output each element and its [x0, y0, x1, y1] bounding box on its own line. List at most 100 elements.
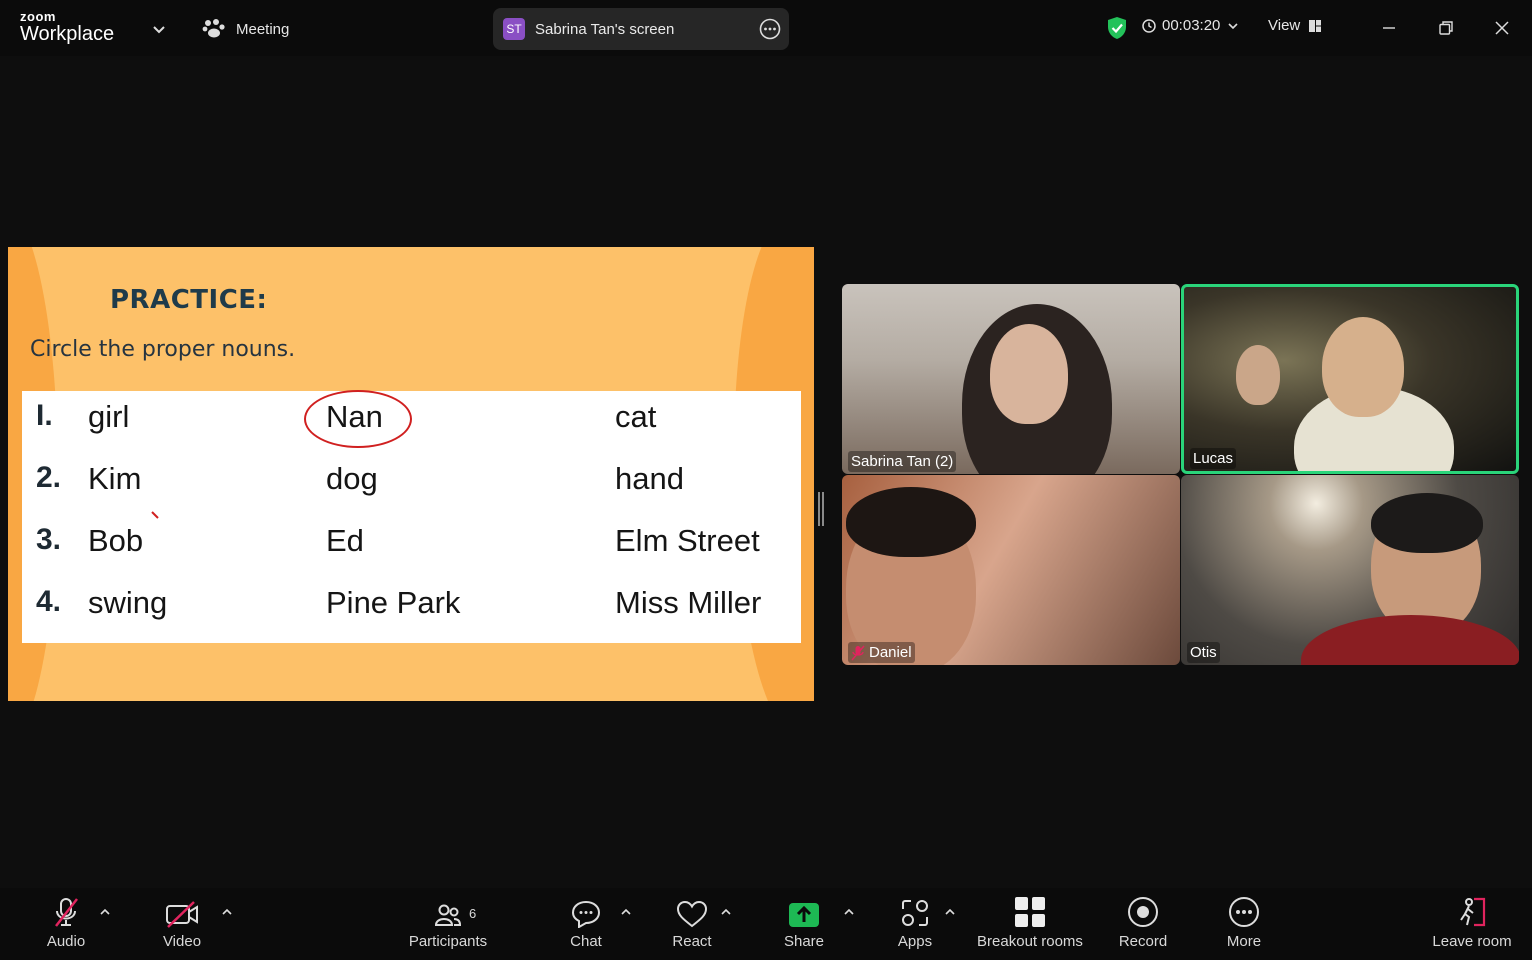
word-table: I. girl Nan cat 2. Kim dog hand 3. Bob E…: [22, 390, 801, 643]
word-cell: Miss Miller: [615, 585, 762, 620]
video-options-caret-icon[interactable]: [221, 906, 233, 918]
meeting-info-button[interactable]: Meeting: [202, 16, 289, 42]
layout-grid-icon: [1309, 19, 1322, 32]
more-button[interactable]: More: [1220, 888, 1268, 960]
clock-icon: [1142, 18, 1156, 33]
word-cell: cat: [615, 399, 657, 434]
breakout-rooms-button[interactable]: Breakout rooms: [972, 888, 1088, 960]
video-label: Video: [162, 933, 202, 950]
audio-options-caret-icon[interactable]: [99, 906, 111, 918]
slide-instructions: Circle the proper nouns.: [30, 337, 296, 362]
panel-resize-handle[interactable]: [818, 492, 824, 526]
meeting-label: Meeting: [236, 20, 290, 38]
participant-name: Sabrina Tan (2): [851, 453, 954, 470]
video-tile-sabrina[interactable]: Sabrina Tan (2): [842, 284, 1180, 474]
leave-door-icon: [1460, 897, 1486, 927]
annotation-pen-cursor-icon: [151, 511, 159, 519]
share-screen-button[interactable]: Share: [779, 888, 829, 960]
word-cell: Nan: [326, 399, 383, 434]
zoom-logo: zoom Workplace: [20, 10, 114, 44]
apps-button[interactable]: Apps: [892, 888, 938, 960]
row-number: 3.: [36, 523, 62, 556]
chat-button[interactable]: Chat: [562, 888, 610, 960]
security-shield-icon[interactable]: [1106, 16, 1128, 40]
participant-hair: [846, 487, 976, 557]
view-label: View: [1268, 17, 1301, 34]
react-options-caret-icon[interactable]: [720, 906, 732, 918]
audio-label: Audio: [46, 933, 86, 950]
leave-room-button[interactable]: Leave room: [1428, 888, 1516, 960]
participant-name-tag: Lucas: [1190, 448, 1237, 469]
close-button[interactable]: [1488, 14, 1516, 42]
video-tile-daniel[interactable]: Daniel: [842, 475, 1180, 665]
muted-microphone-icon: [55, 898, 78, 927]
share-screen-icon: [789, 903, 819, 927]
table-row: I. girl Nan cat: [22, 390, 801, 453]
meeting-timer[interactable]: 00:03:20: [1142, 17, 1240, 34]
participant-name-tag: Otis: [1187, 642, 1220, 663]
share-options-caret-icon[interactable]: [843, 906, 855, 918]
chevron-down-icon[interactable]: [150, 20, 168, 38]
participant-shirt: [1301, 615, 1519, 665]
participant-face: [990, 324, 1068, 424]
minimize-icon: [1383, 27, 1395, 29]
minimize-button[interactable]: [1375, 14, 1403, 42]
video-off-icon: [166, 901, 198, 928]
zoom-window: zoom Workplace Meeting ST Sabrina Tan's …: [0, 0, 1532, 960]
meeting-controls-toolbar: Audio Video Participants 6 Chat React Sh…: [0, 888, 1532, 960]
sharer-avatar: ST: [503, 18, 525, 40]
participant-hand: [1236, 345, 1280, 405]
participant-hair: [1371, 493, 1483, 553]
restore-button[interactable]: [1432, 14, 1460, 42]
participant-name-tag: Sabrina Tan (2): [848, 451, 957, 472]
participant-name-tag: Daniel: [848, 642, 915, 663]
word-cell: hand: [615, 461, 684, 496]
chat-label: Chat: [570, 933, 602, 950]
table-row: 4. swing Pine Park Miss Miller: [22, 577, 801, 639]
video-tile-otis[interactable]: Otis: [1181, 475, 1519, 665]
participants-count-badge: 6: [469, 906, 477, 921]
leave-room-label: Leave room: [1432, 933, 1512, 950]
video-button[interactable]: Video: [154, 888, 210, 960]
share-label: Sabrina Tan's screen: [535, 20, 675, 38]
logo-small-text: zoom: [20, 9, 56, 24]
video-tile-lucas-active-speaker[interactable]: Lucas: [1181, 284, 1519, 474]
table-row: 2. Kim dog hand: [22, 453, 801, 515]
share-label: Share: [783, 933, 825, 950]
react-label: React: [672, 933, 712, 950]
record-label: Record: [1118, 933, 1168, 950]
apps-options-caret-icon[interactable]: [944, 906, 956, 918]
participants-label: Participants: [408, 933, 488, 950]
apps-label: Apps: [897, 933, 933, 950]
chat-options-caret-icon[interactable]: [620, 906, 632, 918]
participants-paw-icon: [202, 19, 225, 38]
screen-share-indicator[interactable]: ST Sabrina Tan's screen: [493, 8, 789, 50]
participant-name: Lucas: [1193, 450, 1234, 467]
record-button[interactable]: Record: [1114, 888, 1172, 960]
word-cell: girl: [88, 399, 130, 434]
row-number: 4.: [36, 585, 62, 618]
react-button[interactable]: React: [668, 888, 716, 960]
participant-name: Daniel: [869, 644, 912, 661]
restore-window-icon: [1439, 21, 1453, 35]
record-icon: [1128, 897, 1158, 927]
close-icon: [1495, 21, 1509, 35]
word-cell: Ed: [326, 523, 364, 558]
word-cell: Bob: [88, 523, 144, 558]
more-label: More: [1226, 933, 1262, 950]
word-cell: Elm Street: [615, 523, 760, 558]
share-options-icon[interactable]: [759, 18, 781, 40]
row-number: I.: [36, 399, 53, 432]
chat-bubble-icon: [571, 900, 601, 928]
breakout-rooms-label: Breakout rooms: [977, 933, 1083, 950]
slide-title: PRACTICE:: [110, 285, 268, 315]
view-button[interactable]: View: [1268, 17, 1322, 34]
word-cell: Kim: [88, 461, 142, 496]
chevron-down-icon: [1228, 22, 1238, 29]
participants-icon: [434, 904, 462, 926]
muted-mic-icon: [851, 645, 865, 660]
participant-face: [1322, 317, 1404, 417]
word-cell: swing: [88, 585, 168, 620]
audio-button[interactable]: Audio: [38, 888, 94, 960]
participants-button[interactable]: Participants: [404, 888, 492, 960]
